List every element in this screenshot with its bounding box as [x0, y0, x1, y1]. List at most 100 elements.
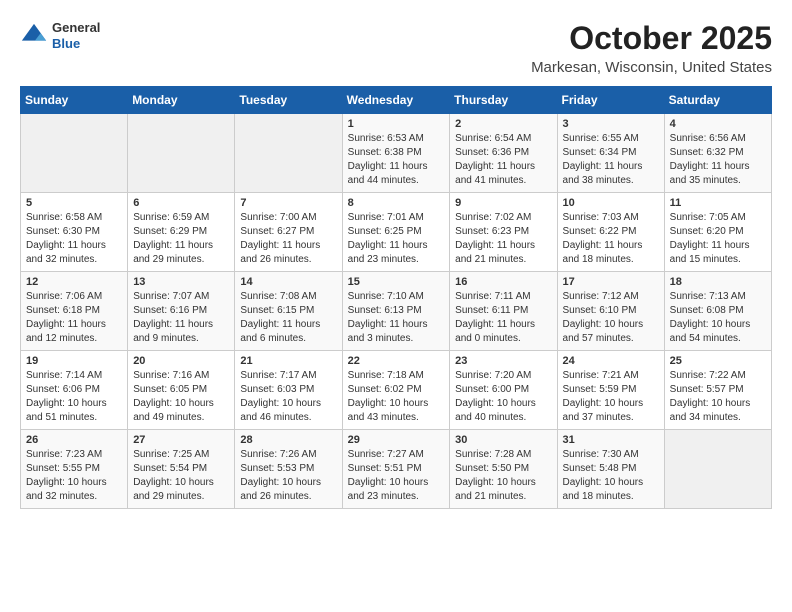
calendar-cell: 29Sunrise: 7:27 AM Sunset: 5:51 PM Dayli… [342, 430, 450, 509]
calendar-cell: 6 Sunrise: 6:59 AM Sunset: 6:29 PM Daylig… [128, 193, 235, 272]
page-header: General Blue October 2025 Markesan, Wisc… [20, 20, 772, 76]
day-info: Sunrise: 6:53 AM Sunset: 6:38 PM Dayligh… [348, 132, 445, 188]
day-number: 25 [670, 355, 766, 367]
calendar-week-row: 1 Sunrise: 6:53 AM Sunset: 6:38 PM Daylig… [21, 114, 772, 193]
weekday-header: Monday [128, 87, 235, 114]
day-number: 21 [240, 355, 336, 367]
day-info: Sunrise: 7:07 AM Sunset: 6:16 PM Dayligh… [133, 290, 229, 346]
weekday-header-row: SundayMondayTuesdayWednesdayThursdayFrid… [21, 87, 772, 114]
day-number: 1 [348, 118, 445, 130]
weekday-header: Friday [557, 87, 664, 114]
day-number: 11 [670, 197, 766, 209]
calendar-week-row: 5Sunrise: 6:58 AM Sunset: 6:30 PM Daylig… [21, 193, 772, 272]
day-info: Sunrise: 7:21 AM Sunset: 5:59 PM Dayligh… [563, 369, 659, 425]
calendar-week-row: 12 Sunrise: 7:06 AM Sunset: 6:18 PM Dayli… [21, 272, 772, 351]
day-info: Sunrise: 7:03 AM Sunset: 6:22 PM Dayligh… [563, 211, 659, 267]
day-number: 22 [348, 355, 445, 367]
day-info: Sunrise: 7:22 AM Sunset: 5:57 PM Dayligh… [670, 369, 766, 425]
day-number: 4 [670, 118, 766, 130]
calendar-cell: 17 Sunrise: 7:12 AM Sunset: 6:10 PM Dayli… [557, 272, 664, 351]
day-number: 20 [133, 355, 229, 367]
calendar-cell: 28 Sunrise: 7:26 AM Sunset: 5:53 PM Dayli… [235, 430, 342, 509]
month-title: October 2025 [531, 20, 772, 57]
calendar-cell: 18 Sunrise: 7:13 AM Sunset: 6:08 PM Dayli… [664, 272, 771, 351]
day-info: Sunrise: 7:18 AM Sunset: 6:02 PM Dayligh… [348, 369, 445, 425]
calendar-cell: 21 Sunrise: 7:17 AM Sunset: 6:03 PM Dayli… [235, 351, 342, 430]
day-info: Sunrise: 6:54 AM Sunset: 6:36 PM Dayligh… [455, 132, 551, 188]
day-info: Sunrise: 7:20 AM Sunset: 6:00 PM Dayligh… [455, 369, 551, 425]
calendar-cell [664, 430, 771, 509]
calendar-table: SundayMondayTuesdayWednesdayThursdayFrid… [20, 86, 772, 509]
day-info: Sunrise: 7:00 AM Sunset: 6:27 PM Dayligh… [240, 211, 336, 267]
day-info: Sunrise: 7:25 AM Sunset: 5:54 PM Dayligh… [133, 448, 229, 504]
day-info: Sunrise: 7:06 AM Sunset: 6:18 PM Dayligh… [26, 290, 122, 346]
day-info: Sunrise: 7:30 AM Sunset: 5:48 PM Dayligh… [563, 448, 659, 504]
day-info: Sunrise: 7:10 AM Sunset: 6:13 PM Dayligh… [348, 290, 445, 346]
day-number: 9 [455, 197, 551, 209]
calendar-cell: 12 Sunrise: 7:06 AM Sunset: 6:18 PM Dayli… [21, 272, 128, 351]
calendar-cell [21, 114, 128, 193]
day-info: Sunrise: 7:28 AM Sunset: 5:50 PM Dayligh… [455, 448, 551, 504]
day-number: 27 [133, 434, 229, 446]
day-number: 10 [563, 197, 659, 209]
calendar-cell: 2 Sunrise: 6:54 AM Sunset: 6:36 PM Daylig… [450, 114, 557, 193]
day-number: 16 [455, 276, 551, 288]
weekday-header: Sunday [21, 87, 128, 114]
day-number: 14 [240, 276, 336, 288]
day-info: Sunrise: 7:12 AM Sunset: 6:10 PM Dayligh… [563, 290, 659, 346]
calendar-cell: 27 Sunrise: 7:25 AM Sunset: 5:54 PM Dayli… [128, 430, 235, 509]
calendar-cell: 22 Sunrise: 7:18 AM Sunset: 6:02 PM Dayli… [342, 351, 450, 430]
calendar-cell: 9Sunrise: 7:02 AM Sunset: 6:23 PM Daylig… [450, 193, 557, 272]
day-info: Sunrise: 6:56 AM Sunset: 6:32 PM Dayligh… [670, 132, 766, 188]
logo-text: General Blue [52, 20, 100, 51]
calendar-cell: 19Sunrise: 7:14 AM Sunset: 6:06 PM Dayli… [21, 351, 128, 430]
calendar-cell: 23 Sunrise: 7:20 AM Sunset: 6:00 PM Dayli… [450, 351, 557, 430]
day-number: 15 [348, 276, 445, 288]
weekday-header: Saturday [664, 87, 771, 114]
day-info: Sunrise: 7:26 AM Sunset: 5:53 PM Dayligh… [240, 448, 336, 504]
calendar-cell: 13Sunrise: 7:07 AM Sunset: 6:16 PM Dayli… [128, 272, 235, 351]
day-number: 18 [670, 276, 766, 288]
title-block: October 2025 Markesan, Wisconsin, United… [531, 20, 772, 76]
day-number: 8 [348, 197, 445, 209]
calendar-cell: 4 Sunrise: 6:56 AM Sunset: 6:32 PM Daylig… [664, 114, 771, 193]
calendar-cell: 25 Sunrise: 7:22 AM Sunset: 5:57 PM Dayli… [664, 351, 771, 430]
calendar-cell: 31 Sunrise: 7:30 AM Sunset: 5:48 PM Dayli… [557, 430, 664, 509]
day-number: 17 [563, 276, 659, 288]
day-info: Sunrise: 7:05 AM Sunset: 6:20 PM Dayligh… [670, 211, 766, 267]
day-number: 2 [455, 118, 551, 130]
day-number: 31 [563, 434, 659, 446]
day-number: 30 [455, 434, 551, 446]
calendar-cell: 10 Sunrise: 7:03 AM Sunset: 6:22 PM Dayli… [557, 193, 664, 272]
day-number: 19 [26, 355, 122, 367]
day-info: Sunrise: 7:23 AM Sunset: 5:55 PM Dayligh… [26, 448, 122, 504]
day-info: Sunrise: 7:16 AM Sunset: 6:05 PM Dayligh… [133, 369, 229, 425]
calendar-week-row: 19Sunrise: 7:14 AM Sunset: 6:06 PM Dayli… [21, 351, 772, 430]
calendar-cell: 8 Sunrise: 7:01 AM Sunset: 6:25 PM Daylig… [342, 193, 450, 272]
calendar-cell: 14 Sunrise: 7:08 AM Sunset: 6:15 PM Dayli… [235, 272, 342, 351]
day-number: 12 [26, 276, 122, 288]
day-number: 28 [240, 434, 336, 446]
day-info: Sunrise: 6:58 AM Sunset: 6:30 PM Dayligh… [26, 211, 122, 267]
weekday-header: Wednesday [342, 87, 450, 114]
day-number: 29 [348, 434, 445, 446]
day-info: Sunrise: 7:17 AM Sunset: 6:03 PM Dayligh… [240, 369, 336, 425]
day-number: 23 [455, 355, 551, 367]
day-number: 7 [240, 197, 336, 209]
day-info: Sunrise: 7:13 AM Sunset: 6:08 PM Dayligh… [670, 290, 766, 346]
day-number: 6 [133, 197, 229, 209]
day-info: Sunrise: 6:59 AM Sunset: 6:29 PM Dayligh… [133, 211, 229, 267]
calendar-cell: 20 Sunrise: 7:16 AM Sunset: 6:05 PM Dayli… [128, 351, 235, 430]
location: Markesan, Wisconsin, United States [531, 59, 772, 76]
calendar-cell: 1 Sunrise: 6:53 AM Sunset: 6:38 PM Daylig… [342, 114, 450, 193]
day-info: Sunrise: 7:11 AM Sunset: 6:11 PM Dayligh… [455, 290, 551, 346]
logo-icon [20, 22, 48, 50]
day-info: Sunrise: 6:55 AM Sunset: 6:34 PM Dayligh… [563, 132, 659, 188]
calendar-cell [235, 114, 342, 193]
day-number: 26 [26, 434, 122, 446]
calendar-week-row: 26 Sunrise: 7:23 AM Sunset: 5:55 PM Dayli… [21, 430, 772, 509]
calendar-cell: 16 Sunrise: 7:11 AM Sunset: 6:11 PM Dayli… [450, 272, 557, 351]
day-info: Sunrise: 7:08 AM Sunset: 6:15 PM Dayligh… [240, 290, 336, 346]
day-info: Sunrise: 7:01 AM Sunset: 6:25 PM Dayligh… [348, 211, 445, 267]
calendar-cell [128, 114, 235, 193]
